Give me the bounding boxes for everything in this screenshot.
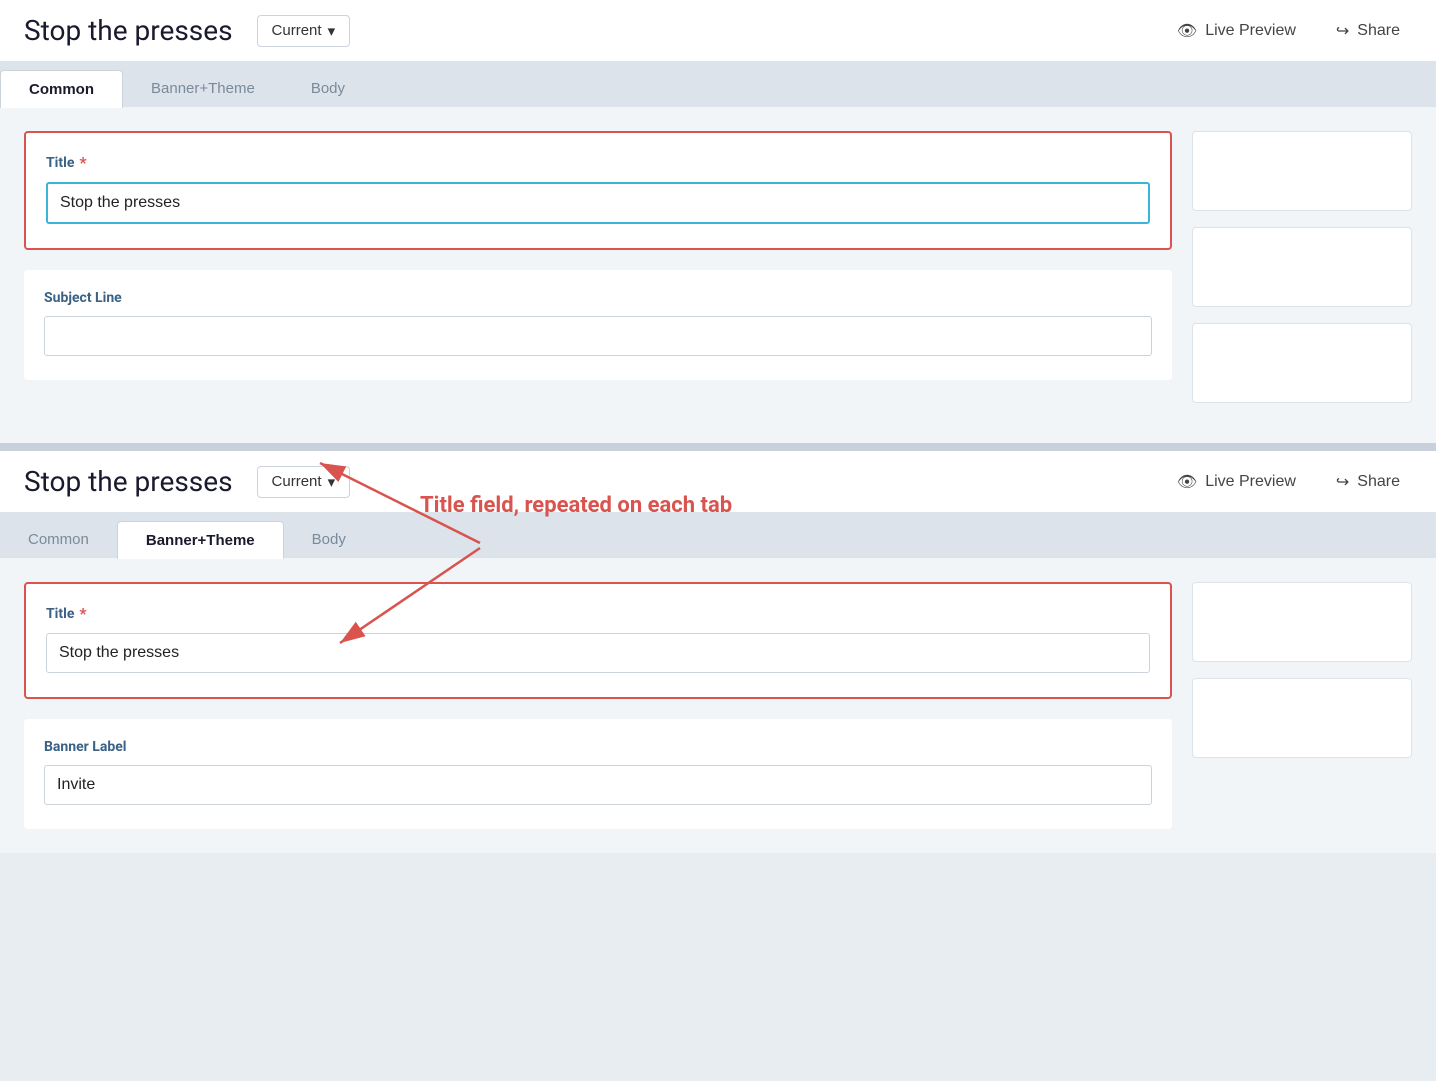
tab-common-bottom[interactable]: Common	[0, 521, 117, 558]
required-star-top: *	[79, 153, 86, 172]
bottom-page-title: Stop the presses	[24, 465, 233, 498]
tab-body-bottom[interactable]: Body	[284, 521, 374, 558]
share-button[interactable]: ↪ Share	[1324, 15, 1412, 47]
sidebar-card-1	[1192, 131, 1412, 211]
title-field-card-bottom: Title *	[24, 582, 1172, 699]
bottom-right-sidebar	[1192, 582, 1412, 829]
bottom-sidebar-card-1	[1192, 582, 1412, 662]
version-dropdown[interactable]: Current ▾	[257, 15, 351, 47]
title-label-top: Title *	[46, 153, 1150, 172]
bottom-eye-icon: 👁	[1177, 472, 1197, 492]
bottom-header: Stop the presses Current ▾ 👁 Live Previe…	[0, 451, 1436, 513]
bottom-version-dropdown[interactable]: Current ▾	[257, 466, 351, 498]
title-label-bottom: Title *	[46, 604, 1150, 623]
banner-label-section: Banner Label	[24, 719, 1172, 829]
eye-icon: 👁	[1177, 21, 1197, 41]
share-icon: ↪	[1336, 21, 1349, 41]
chevron-down-icon: ▾	[328, 22, 336, 40]
title-input-top[interactable]	[46, 182, 1150, 224]
top-content-area: Title * Subject Line	[0, 107, 1436, 443]
bottom-content-area: Title * Banner Label	[0, 558, 1436, 853]
bottom-share-label: Share	[1357, 473, 1400, 491]
tab-banner-theme-bottom[interactable]: Banner+Theme	[117, 521, 284, 559]
bottom-tabs-bar: Common Banner+Theme Body	[0, 513, 1436, 558]
bottom-chevron-icon: ▾	[328, 473, 336, 491]
title-field-card-top: Title *	[24, 131, 1172, 250]
share-label: Share	[1357, 22, 1400, 40]
bottom-live-preview-label: Live Preview	[1205, 473, 1296, 491]
live-preview-button[interactable]: 👁 Live Preview	[1165, 15, 1308, 47]
tab-common-top[interactable]: Common	[0, 70, 123, 108]
bottom-version-label: Current	[272, 473, 322, 490]
top-tabs-bar: Common Banner+Theme Body	[0, 62, 1436, 107]
top-screen: Stop the presses Current ▾ 👁 Live Previe…	[0, 0, 1436, 443]
subject-line-section-top: Subject Line	[24, 270, 1172, 380]
bottom-share-button[interactable]: ↪ Share	[1324, 466, 1412, 498]
subject-line-label: Subject Line	[44, 290, 1152, 306]
sidebar-card-2	[1192, 227, 1412, 307]
screen-divider	[0, 443, 1436, 451]
bottom-share-icon: ↪	[1336, 472, 1349, 492]
title-input-bottom[interactable]	[46, 633, 1150, 673]
tab-body-top[interactable]: Body	[283, 70, 373, 107]
page-title: Stop the presses	[24, 14, 233, 47]
bottom-screen: Stop the presses Current ▾ 👁 Live Previe…	[0, 451, 1436, 853]
bottom-sidebar-card-2	[1192, 678, 1412, 758]
banner-label-input[interactable]	[44, 765, 1152, 805]
banner-label-label: Banner Label	[44, 739, 1152, 755]
live-preview-label: Live Preview	[1205, 22, 1296, 40]
sidebar-card-3	[1192, 323, 1412, 403]
bottom-main-form: Title * Banner Label	[24, 582, 1172, 829]
subject-line-input[interactable]	[44, 316, 1152, 356]
top-right-sidebar	[1192, 131, 1412, 419]
bottom-live-preview-button[interactable]: 👁 Live Preview	[1165, 466, 1308, 498]
top-header: Stop the presses Current ▾ 👁 Live Previe…	[0, 0, 1436, 62]
version-label: Current	[272, 22, 322, 39]
top-main-form: Title * Subject Line	[24, 131, 1172, 419]
required-star-bottom: *	[79, 604, 86, 623]
tab-banner-theme-top[interactable]: Banner+Theme	[123, 70, 283, 107]
